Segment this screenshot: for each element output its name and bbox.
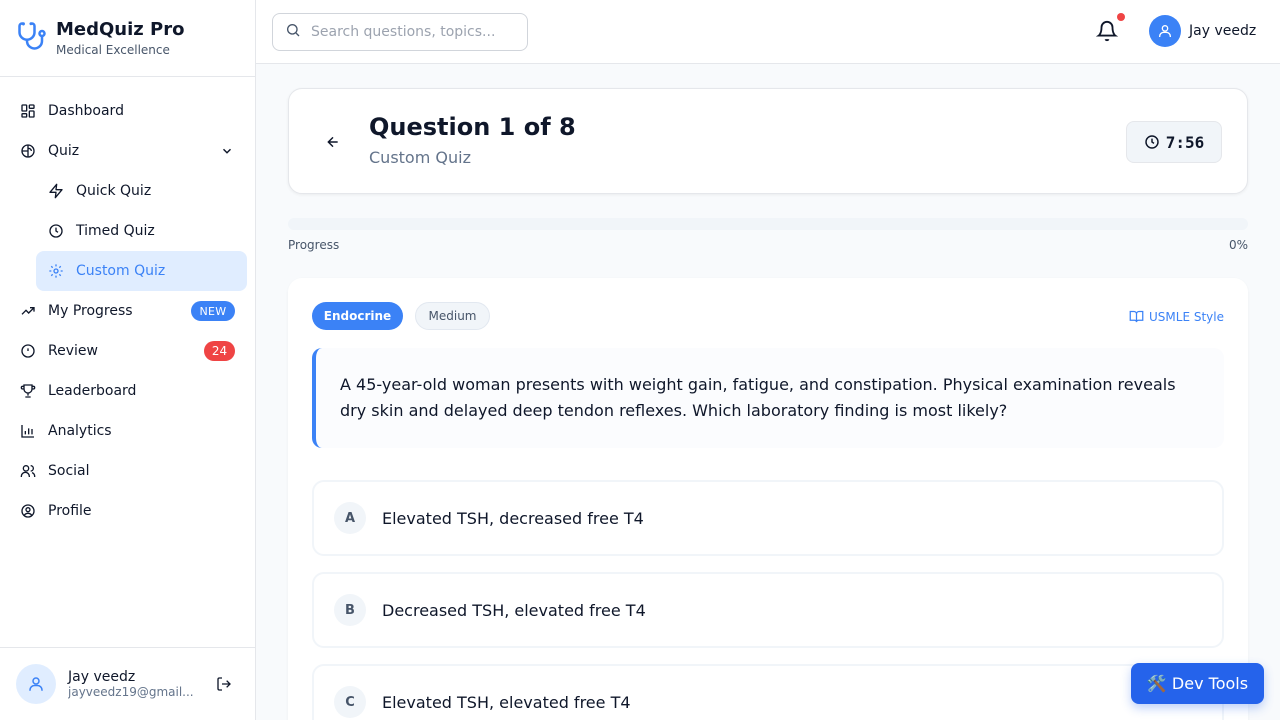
user-circle-icon <box>20 503 36 519</box>
option-text: Decreased TSH, elevated free T4 <box>382 600 646 620</box>
question-header-card: Question 1 of 8 Custom Quiz 7:56 <box>288 88 1248 194</box>
sidebar-item-custom-quiz[interactable]: Custom Quiz <box>36 251 247 291</box>
progress-bar <box>288 218 1248 230</box>
lightning-icon <box>48 183 64 199</box>
users-icon <box>20 463 36 479</box>
question-stem: A 45-year-old woman presents with weight… <box>312 348 1224 448</box>
notification-dot <box>1117 13 1125 21</box>
dev-tools-button[interactable]: 🛠️ Dev Tools <box>1131 663 1264 704</box>
usmle-style-link[interactable]: USMLE Style <box>1129 309 1224 324</box>
sidebar-item-timed-quiz[interactable]: Timed Quiz <box>0 211 256 251</box>
usmle-style-label: USMLE Style <box>1149 309 1224 324</box>
sidebar-item-analytics[interactable]: Analytics <box>0 411 256 451</box>
bar-chart-icon <box>20 423 36 439</box>
brand-tagline: Medical Excellence <box>56 43 170 57</box>
sidebar-item-label: Quick Quiz <box>76 183 152 199</box>
answer-option-b[interactable]: B Decreased TSH, elevated free T4 <box>312 572 1224 648</box>
sidebar-item-my-progress[interactable]: My Progress NEW <box>0 291 256 331</box>
search-input[interactable] <box>311 24 511 40</box>
brain-icon <box>20 143 36 159</box>
search-icon <box>285 22 301 42</box>
quiz-subtitle: Custom Quiz <box>369 148 471 167</box>
sidebar-item-label: Profile <box>48 503 92 519</box>
gear-icon <box>48 263 64 279</box>
arrow-left-icon[interactable] <box>325 134 341 154</box>
search-box[interactable] <box>272 13 528 51</box>
alert-circle-icon <box>20 343 36 359</box>
top-header: Jay veedz <box>256 0 1280 64</box>
sidebar-item-label: Custom Quiz <box>76 263 166 279</box>
quiz-timer: 7:56 <box>1126 121 1222 163</box>
logout-icon[interactable] <box>216 676 232 696</box>
answer-option-c[interactable]: C Elevated TSH, elevated free T4 <box>312 664 1224 720</box>
sidebar-item-quiz[interactable]: Quiz <box>0 131 256 171</box>
option-text: Elevated TSH, decreased free T4 <box>382 508 644 528</box>
trending-up-icon <box>20 303 36 319</box>
avatar[interactable] <box>16 664 56 704</box>
sidebar-item-review[interactable]: Review 24 <box>0 331 256 371</box>
sidebar-user-card: Jay veedz jayveedz19@gmail... <box>0 647 256 720</box>
progress-label: Progress <box>288 238 340 252</box>
trophy-icon <box>20 383 36 399</box>
brand-name: MedQuiz Pro <box>56 19 185 40</box>
sidebar-item-label: Review <box>48 343 98 359</box>
chevron-down-icon[interactable] <box>220 144 234 162</box>
sidebar-item-label: My Progress <box>48 303 133 319</box>
answer-option-a[interactable]: A Elevated TSH, decreased free T4 <box>312 480 1224 556</box>
difficulty-badge: Medium <box>415 302 490 330</box>
option-letter: B <box>334 594 366 626</box>
progress-percent: 0% <box>1228 238 1248 252</box>
grid-icon <box>20 103 36 119</box>
sidebar-item-leaderboard[interactable]: Leaderboard <box>0 371 256 411</box>
new-badge: NEW <box>191 301 235 321</box>
sidebar-item-dashboard[interactable]: Dashboard <box>0 91 256 131</box>
timer-value: 7:56 <box>1165 132 1205 152</box>
option-letter: C <box>334 686 366 718</box>
brand[interactable]: MedQuiz Pro Medical Excellence <box>0 0 255 77</box>
sidebar-item-social[interactable]: Social <box>0 451 256 491</box>
sidebar-item-label: Quiz <box>48 143 80 159</box>
header-user-name: Jay veedz <box>1189 23 1257 39</box>
question-card: Endocrine Medium USMLE Style A 45-year-o… <box>288 278 1248 720</box>
sidebar: MedQuiz Pro Medical Excellence Dashboard… <box>0 0 256 720</box>
category-badge: Endocrine <box>312 302 403 330</box>
sidebar-item-quick-quiz[interactable]: Quick Quiz <box>0 171 256 211</box>
sidebar-item-label: Social <box>48 463 90 479</box>
option-text: Elevated TSH, elevated free T4 <box>382 692 631 712</box>
review-count-badge: 24 <box>204 341 235 361</box>
book-open-icon <box>1129 310 1144 323</box>
sidebar-item-label: Analytics <box>48 423 112 439</box>
sidebar-item-profile[interactable]: Profile <box>0 491 256 531</box>
sidebar-nav: Dashboard Quiz Quick Quiz Timed Quiz Cus… <box>0 91 256 531</box>
sidebar-item-label: Dashboard <box>48 103 124 119</box>
avatar <box>1149 15 1181 47</box>
stethoscope-icon <box>16 20 48 52</box>
sidebar-item-label: Timed Quiz <box>76 223 155 239</box>
sidebar-user-name: Jay veedz <box>68 669 136 685</box>
page-title: Question 1 of 8 <box>369 113 576 141</box>
option-letter: A <box>334 502 366 534</box>
clock-icon <box>1145 135 1159 149</box>
sidebar-item-label: Leaderboard <box>48 383 137 399</box>
user-menu[interactable]: Jay veedz <box>1149 15 1256 47</box>
clock-icon <box>48 223 64 239</box>
sidebar-user-email: jayveedz19@gmail... <box>68 685 194 699</box>
bell-icon[interactable] <box>1095 20 1119 46</box>
